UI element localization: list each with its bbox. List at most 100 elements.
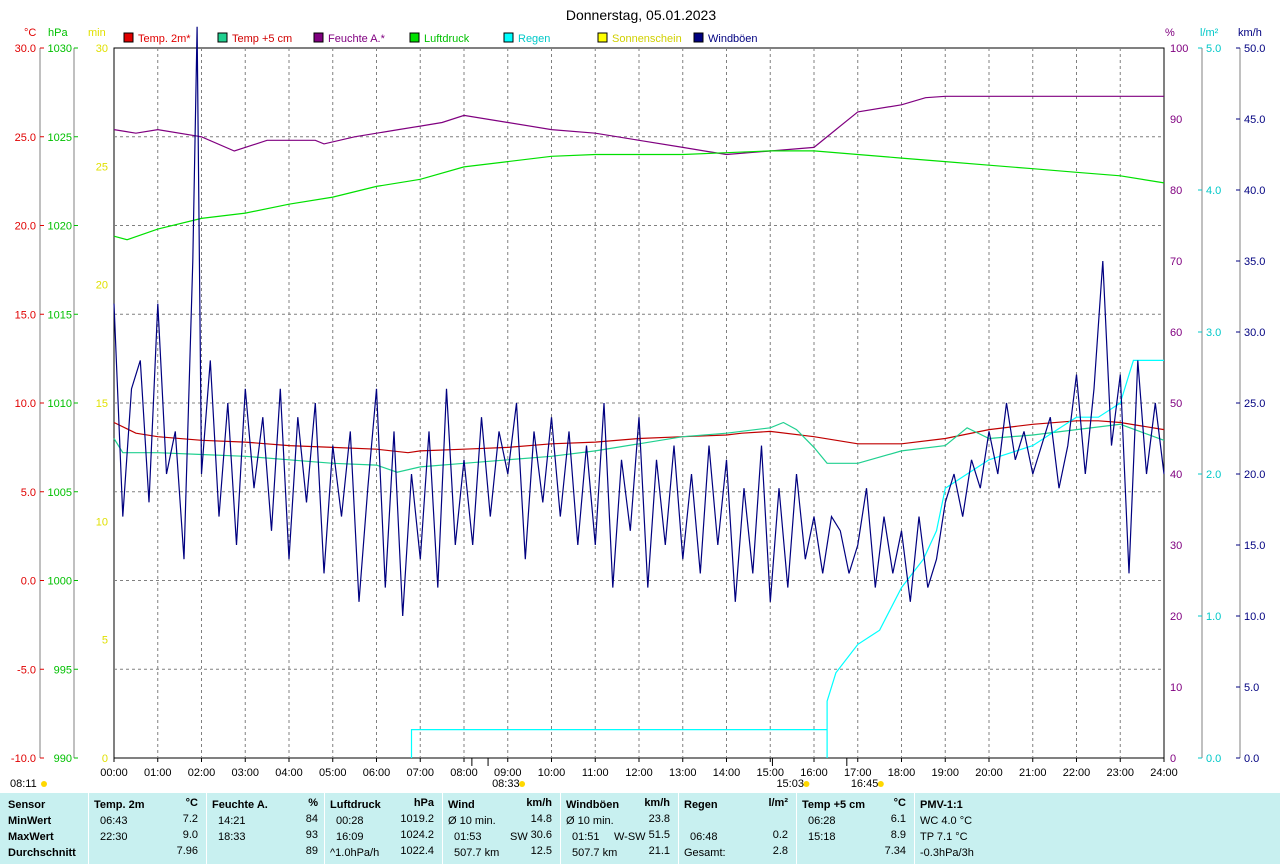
pmv-dewpoint: TP 7.1 °C: [920, 831, 968, 843]
gust-max-time: 01:51: [572, 831, 600, 843]
humidity-axis-tick-label: 50: [1170, 398, 1182, 410]
x-tick-label: 24:00: [1150, 767, 1178, 779]
pressure-axis-label: hPa: [48, 27, 68, 39]
legend-entry: Sonnenschein: [612, 33, 682, 45]
sun-axis-tick-label: 5: [102, 635, 108, 647]
temp-axis-tick-label: -5.0: [17, 664, 36, 676]
sun-axis-tick-label: 15: [96, 398, 108, 410]
pressure-axis-tick-label: 1020: [48, 221, 72, 233]
pressure-axis-tick-label: 1025: [48, 132, 72, 144]
x-tick-label: 03:00: [231, 767, 259, 779]
temp2m-header: Temp. 2m: [94, 799, 145, 811]
pressure-axis-tick-label: 1005: [48, 487, 72, 499]
rain-header: Regen: [684, 799, 718, 811]
stats-panel: Sensor MinWert MaxWert Durchschnitt Temp…: [0, 793, 1280, 864]
temp5-min: 6.1: [890, 813, 906, 825]
rain-axis-tick-label: 0.0: [1206, 753, 1221, 765]
x-tick-label: 07:00: [406, 767, 434, 779]
humidity-axis-tick-label: 90: [1170, 114, 1182, 126]
temp2m-max-time: 22:30: [100, 831, 128, 843]
sun-marker-label: 15:03: [776, 778, 804, 790]
temp2m-avg: 7.96: [176, 845, 198, 857]
pressure-min-time: 00:28: [336, 815, 364, 827]
x-axis: 00:00 01:00 02:00 03:00 04:00 05:00 06:00 07:00…: [10, 758, 1178, 790]
stats-gust: Windböen km/h Ø 10 min. 23.8 01:51 W-SW …: [566, 793, 674, 864]
wind-axis-tick-label: 50.0: [1244, 43, 1265, 55]
temp-axis-tick-label: 30.0: [15, 43, 36, 55]
stats-rain: Regen l/m² 06:48 0.2 Gesamt: 2.8: [684, 793, 792, 864]
weather-chart: Donnerstag, 05.01.2023 -10.0 -5.0 0.0 5.0 10…: [10, 7, 1265, 790]
temp-axis-tick-label: 5.0: [21, 487, 36, 499]
rain-max-time: 06:48: [690, 831, 718, 843]
row-label-min: MinWert: [8, 815, 52, 827]
rain-total-label: Gesamt:: [684, 847, 726, 859]
x-tick-label: 00:00: [100, 767, 128, 779]
x-tick-label: 13:00: [669, 767, 697, 779]
sun-axis-tick-label: 30: [96, 43, 108, 55]
humidity-axis-tick-label: 20: [1170, 611, 1182, 623]
wind-axis-tick-label: 20.0: [1244, 469, 1265, 481]
sun-marker-label: 08:33: [492, 778, 520, 790]
wind-max-time: 01:53: [454, 831, 482, 843]
x-tick-label: 04:00: [275, 767, 303, 779]
humidity-axis-tick-label: 30: [1170, 540, 1182, 552]
humidity-max: 93: [305, 829, 318, 841]
x-tick-label: 19:00: [931, 767, 959, 779]
x-tick-label: 06:00: [363, 767, 391, 779]
left-axes: -10.0 -5.0 0.0 5.0 10.0 15.0 20.0 25.0 30.0 990 99…: [11, 27, 108, 765]
chart-title: Donnerstag, 05.01.2023: [566, 7, 716, 23]
x-tick-label: 12:00: [625, 767, 653, 779]
humidity-unit: %: [308, 797, 318, 809]
x-tick-label: 01:00: [144, 767, 172, 779]
rain-axis-tick-label: 2.0: [1206, 469, 1221, 481]
humidity-axis-tick-label: 10: [1170, 682, 1182, 694]
wind-avg10-label: Ø 10 min.: [448, 815, 496, 827]
pressure-axis-tick-label: 1000: [48, 576, 72, 588]
wind-axis-tick-label: 25.0: [1244, 398, 1265, 410]
sun-marker-label: 08:11: [10, 778, 37, 790]
legend-entry: Temp +5 cm: [232, 33, 292, 45]
pressure-axis-tick-label: 1030: [48, 43, 72, 55]
row-label-avg: Durchschnitt: [8, 847, 76, 859]
pressure-avg: 1022.4: [400, 845, 434, 857]
pressure-max: 1024.2: [400, 829, 434, 841]
wind-axis-tick-label: 10.0: [1244, 611, 1265, 623]
rain-axis-tick-label: 3.0: [1206, 327, 1221, 339]
temp-axis-tick-label: 20.0: [15, 221, 36, 233]
sun-axis-tick-label: 20: [96, 280, 108, 292]
row-label-sensor: Sensor: [8, 799, 46, 811]
wind-avg10: 14.8: [530, 813, 552, 825]
rain-axis-tick-label: 4.0: [1206, 185, 1221, 197]
stats-temp5cm: Temp +5 cm °C 06:28 6.1 15:18 8.9 7.34: [802, 793, 910, 864]
gust-header: Windböen: [566, 799, 620, 811]
pressure-trend: ^1.0hPa/h: [330, 847, 380, 859]
row-label-max: MaxWert: [8, 831, 54, 843]
wind-axis-tick-label: 35.0: [1244, 256, 1265, 268]
temp-axis-label: °C: [24, 27, 36, 39]
x-tick-label: 02:00: [188, 767, 216, 779]
temp5-avg: 7.34: [884, 845, 906, 857]
temp5-min-time: 06:28: [808, 815, 836, 827]
legend-entry: Regen: [518, 33, 550, 45]
wind-axis-tick-label: 0.0: [1244, 753, 1259, 765]
x-tick-label: 23:00: [1106, 767, 1134, 779]
x-tick-label: 16:00: [800, 767, 828, 779]
temp5-max-time: 15:18: [808, 831, 836, 843]
wind-max: 30.6: [530, 829, 552, 841]
sun-icon: [519, 781, 526, 787]
legend: Temp. 2m* Temp +5 cm Feuchte A.* Luftdruck R…: [123, 32, 758, 45]
gust-avg10-label: Ø 10 min.: [566, 815, 614, 827]
temp-axis-tick-label: 15.0: [15, 309, 36, 321]
right-axes: 0 10 20 30 40 50 60 70 80 90 100 0.0 1.0 2.0 3.0 4.0 5.0…: [1160, 27, 1265, 765]
wind-axis-label: km/h: [1238, 27, 1262, 39]
sun-icon: [41, 781, 47, 787]
humidity-avg: 89: [305, 845, 318, 857]
pressure-axis-tick-label: 1010: [48, 398, 72, 410]
legend-entry: Feuchte A.*: [328, 33, 386, 45]
temp2m-min: 7.2: [182, 813, 198, 825]
humidity-min-time: 14:21: [218, 815, 246, 827]
gust-avg: 21.1: [648, 845, 670, 857]
wind-unit: km/h: [526, 797, 552, 809]
x-tick-label: 20:00: [975, 767, 1003, 779]
humidity-min: 84: [305, 813, 318, 825]
